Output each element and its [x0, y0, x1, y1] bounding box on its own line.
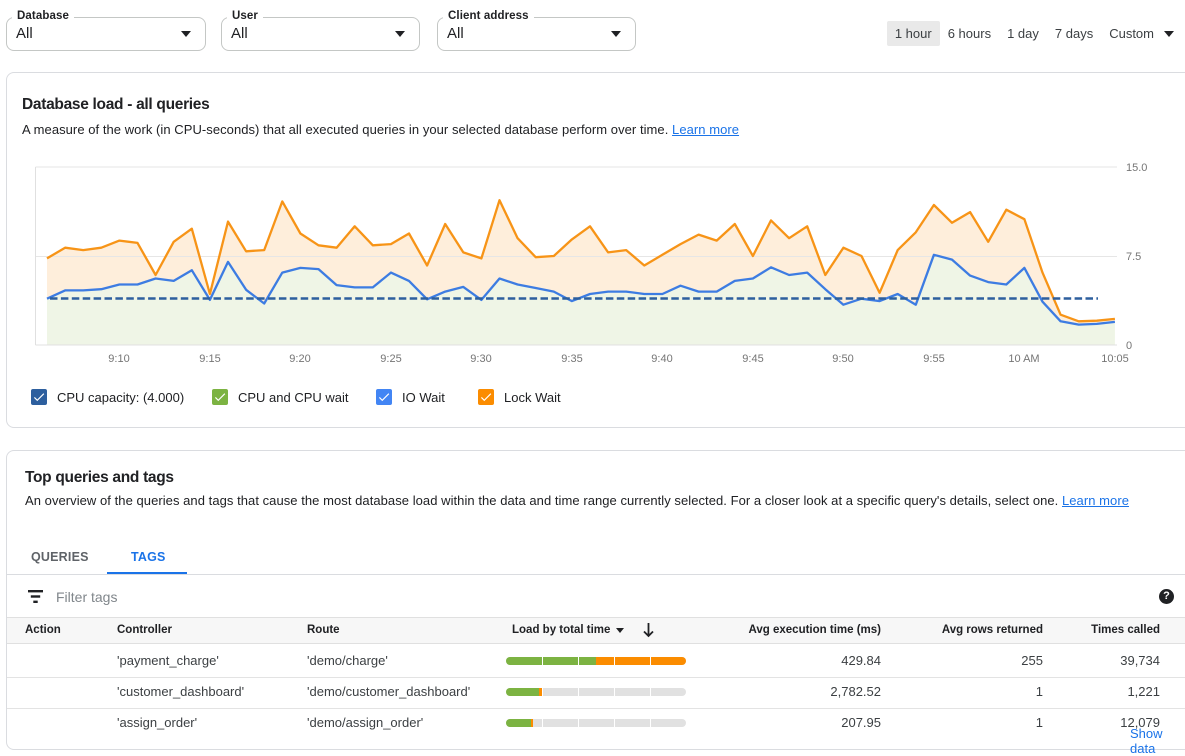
- svg-text:9:55: 9:55: [923, 353, 944, 365]
- svg-text:9:40: 9:40: [651, 353, 672, 365]
- svg-text:9:35: 9:35: [561, 353, 582, 365]
- svg-text:9:30: 9:30: [470, 353, 491, 365]
- svg-text:10 AM: 10 AM: [1008, 353, 1039, 365]
- svg-text:9:25: 9:25: [380, 353, 401, 365]
- svg-text:10:05: 10:05: [1101, 353, 1129, 365]
- svg-text:0: 0: [1126, 340, 1132, 352]
- svg-text:7.5: 7.5: [1126, 251, 1141, 263]
- svg-text:9:20: 9:20: [289, 353, 310, 365]
- svg-text:9:15: 9:15: [199, 353, 220, 365]
- svg-text:9:50: 9:50: [832, 353, 853, 365]
- svg-text:9:10: 9:10: [108, 353, 129, 365]
- svg-text:9:45: 9:45: [742, 353, 763, 365]
- svg-text:15.0: 15.0: [1126, 162, 1147, 174]
